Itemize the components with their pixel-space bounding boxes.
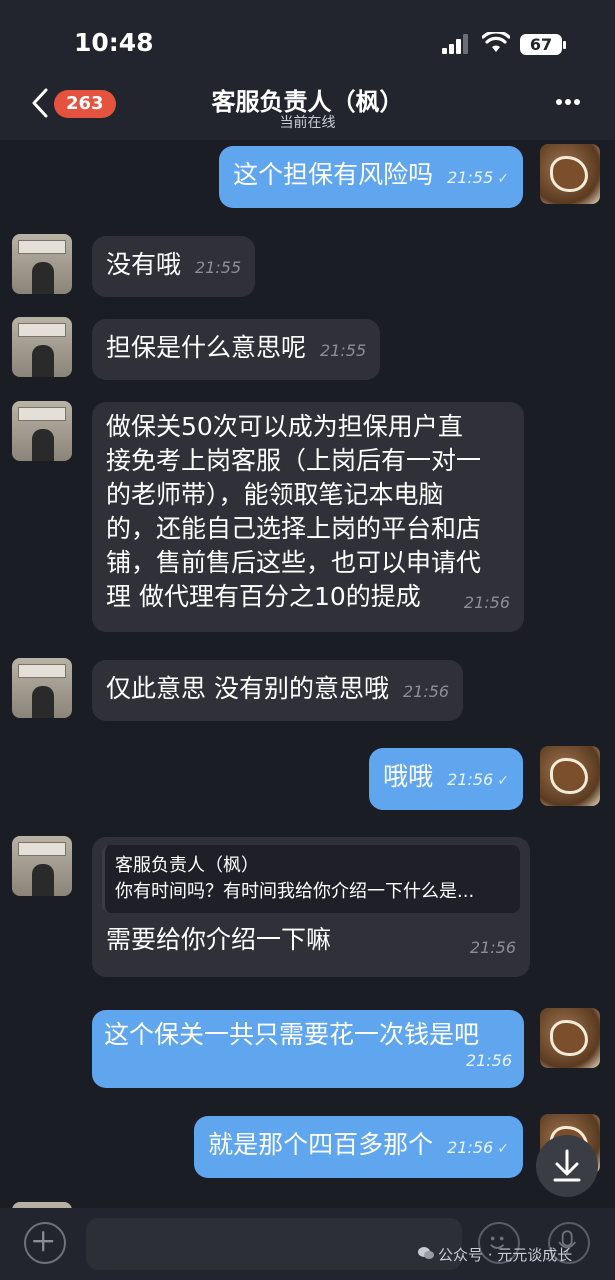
message-bubble-outgoing[interactable]: 就是那个四百多那个 21:56 ✓	[194, 1116, 523, 1178]
message-bubble-outgoing[interactable]: 哦哦 21:56 ✓	[369, 748, 523, 810]
message-text: 哦哦	[383, 762, 434, 791]
message-line: 的老师带），能领取笔记本电脑	[106, 480, 444, 509]
message-text: 仅此意思 没有别的意思哦	[106, 674, 389, 703]
message-text: 就是那个四百多那个	[208, 1130, 434, 1159]
watermark-text: 公众号 · 元元谈成长	[438, 1246, 573, 1264]
my-avatar[interactable]	[540, 1008, 600, 1068]
message-line: 的，还能自己选择上岗的平台和店	[106, 514, 482, 543]
message-text: 这个保关一共只需要花一次钱是吧	[104, 1020, 480, 1049]
message-bubble-incoming[interactable]: 做保关50次可以成为担保用户直 接免考上岗客服（上岗后有一对一 的老师带），能领…	[92, 402, 524, 632]
input-bar: 公众号 · 元元谈成长	[0, 1208, 615, 1280]
message-bubble-outgoing[interactable]: 这个担保有风险吗 21:55 ✓	[219, 146, 523, 208]
message-line: 理 做代理有百分之10的提成	[106, 582, 421, 611]
message-time: 21:55	[447, 168, 494, 187]
plus-icon	[33, 1231, 54, 1252]
read-check-icon: ✓	[497, 773, 509, 789]
contact-avatar[interactable]	[12, 234, 72, 294]
scroll-to-bottom-button[interactable]	[536, 1135, 598, 1197]
message-line: 铺，售前售后这些，也可以申请代	[106, 548, 482, 577]
message-time: 21:55	[320, 341, 367, 360]
my-avatar[interactable]	[540, 746, 600, 806]
more-options-icon[interactable]	[555, 92, 581, 112]
status-bar: 10:48 67	[0, 0, 615, 80]
reply-quote[interactable]: 客服负责人（枫） 你有时间吗？有时间我给你介绍一下什么是...	[102, 845, 520, 913]
contact-avatar[interactable]	[12, 836, 72, 896]
wifi-icon	[482, 32, 510, 52]
message-bubble-incoming[interactable]: 担保是什么意思呢 21:55	[92, 319, 381, 380]
message-bubble-incoming[interactable]: 没有哦 21:55	[92, 236, 256, 297]
cellular-signal-icon	[442, 34, 470, 54]
message-bubble-incoming[interactable]: 仅此意思 没有别的意思哦 21:56	[92, 660, 464, 721]
message-time: 21:56	[447, 770, 494, 789]
message-line: 接免考上岗客服（上岗后有一对一	[106, 446, 482, 475]
read-check-icon: ✓	[497, 171, 509, 187]
contact-avatar[interactable]	[12, 401, 72, 461]
message-line: 做保关50次可以成为担保用户直	[106, 412, 463, 441]
message-text: 没有哦	[106, 250, 182, 279]
message-bubble-outgoing[interactable]: 这个保关一共只需要花一次钱是吧 21:56	[92, 1010, 524, 1088]
status-time: 10:48	[74, 28, 154, 57]
message-time: 21:56	[402, 682, 450, 701]
wechat-logo-icon	[418, 1247, 434, 1259]
message-text: 担保是什么意思呢	[106, 333, 307, 362]
message-list[interactable]: 这个担保有风险吗 21:55 ✓ 没有哦 21:55 担保是什么意思呢 21:55 做保…	[0, 140, 615, 1208]
my-avatar[interactable]	[540, 144, 600, 204]
read-check-icon: ✓	[497, 1141, 509, 1157]
download-arrow-icon	[553, 1149, 581, 1182]
message-text: 这个担保有风险吗	[233, 160, 434, 189]
attach-button[interactable]	[24, 1222, 66, 1264]
message-time: 21:56	[447, 1138, 494, 1157]
contact-avatar[interactable]	[12, 317, 72, 377]
message-time: 21:56	[463, 593, 510, 612]
online-status: 当前在线	[279, 115, 336, 131]
message-bubble-incoming[interactable]: 客服负责人（枫） 你有时间吗？有时间我给你介绍一下什么是... 需要给你介绍一下…	[92, 837, 530, 977]
message-input[interactable]	[86, 1218, 462, 1270]
quote-text: 你有时间吗？有时间我给你介绍一下什么是...	[115, 881, 475, 902]
battery-icon: 67	[520, 34, 566, 55]
contact-avatar[interactable]	[12, 658, 72, 718]
message-time: 21:55	[195, 258, 242, 277]
chat-header: 263 客服负责人（枫） 当前在线	[0, 80, 615, 140]
message-time: 21:56	[469, 938, 516, 957]
message-text: 需要给你介绍一下嘛	[106, 925, 332, 954]
message-time: 21:56	[465, 1051, 512, 1070]
quote-author: 客服负责人（枫）	[115, 855, 259, 876]
